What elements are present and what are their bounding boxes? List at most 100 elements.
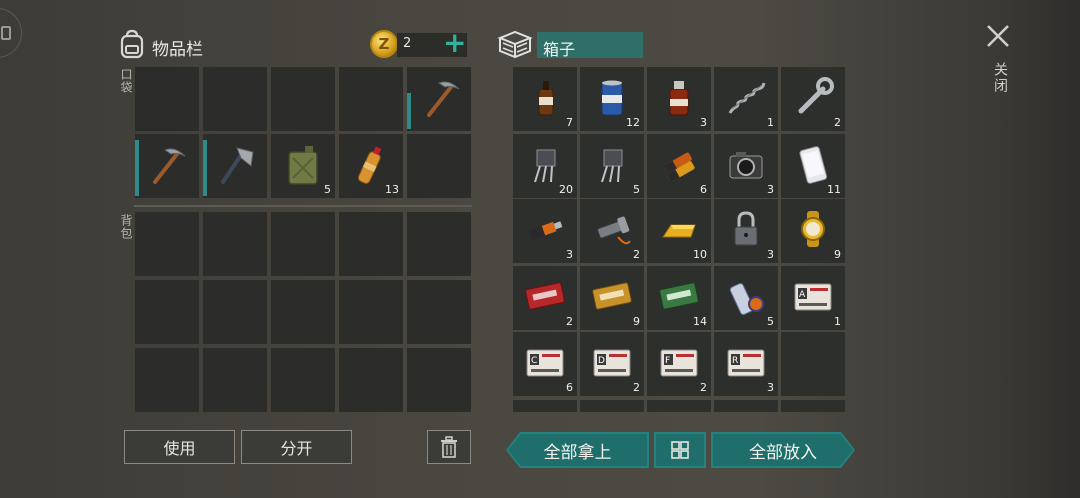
item-count: 11	[827, 183, 841, 196]
add-coins-button[interactable]: +	[443, 28, 466, 58]
box-slot-army-card-f[interactable]: F2	[647, 332, 711, 396]
pocket-label: 口袋	[119, 68, 133, 94]
box-slot[interactable]	[580, 400, 644, 412]
backpack-slot[interactable]	[135, 280, 199, 344]
backpack-slot[interactable]	[271, 280, 335, 344]
chemical-coupon-icon	[592, 282, 632, 310]
take-all-button[interactable]: 全部拿上	[506, 432, 649, 468]
backpack-slot[interactable]	[271, 212, 335, 276]
close-label: 关闭	[992, 62, 1008, 94]
box-slot-chemical-coupon[interactable]: 9	[580, 266, 644, 330]
backpack-slot[interactable]	[135, 348, 199, 412]
box-slot-army-card-a[interactable]: A1	[781, 266, 845, 330]
box-slot[interactable]	[647, 400, 711, 412]
item-count: 6	[700, 183, 707, 196]
batteries-icon	[663, 152, 695, 183]
box-slot-gold-bar[interactable]: 10	[647, 199, 711, 263]
box-slot-whiskey-bottle[interactable]: 7	[513, 67, 577, 131]
flashlight-icon	[597, 216, 631, 245]
backpack-slot[interactable]	[203, 348, 267, 412]
use-button[interactable]: 使用	[124, 430, 235, 464]
item-count: 3	[767, 248, 774, 261]
backpack-icon	[120, 29, 144, 59]
pocket-slot[interactable]	[407, 134, 471, 198]
box-slot-batteries[interactable]: 6	[647, 134, 711, 198]
box-slot-wrench[interactable]: 2	[781, 67, 845, 131]
backpack-slot[interactable]	[135, 212, 199, 276]
item-count: 12	[626, 116, 640, 129]
pocket-slot[interactable]	[135, 67, 199, 131]
jerrycan-icon	[288, 146, 318, 185]
box-slot[interactable]	[714, 400, 778, 412]
pocket-slot-pickaxe[interactable]	[407, 67, 471, 131]
split-button[interactable]: 分开	[241, 430, 352, 464]
box-slot-beer-can[interactable]: 12	[580, 67, 644, 131]
backpack-slot[interactable]	[407, 348, 471, 412]
pocket-slot-jerrycan[interactable]: 5	[271, 134, 335, 198]
grid-sort-icon	[671, 441, 689, 459]
backpack-slot[interactable]	[339, 348, 403, 412]
crate-icon	[497, 30, 533, 59]
pocket-slot-pickaxe[interactable]	[135, 134, 199, 198]
item-count: 14	[693, 315, 707, 328]
svg-text:D: D	[598, 356, 605, 366]
pocket-slot[interactable]	[339, 67, 403, 131]
army-card-r-icon: R	[727, 349, 765, 377]
box-slot-ration-coupon[interactable]: 14	[647, 266, 711, 330]
water-bottle-icon	[357, 146, 382, 184]
transistor-icon	[601, 149, 623, 183]
box-slot[interactable]	[781, 332, 845, 396]
box-slot-padlock[interactable]: 3	[714, 199, 778, 263]
box-slot-camera[interactable]: 3	[714, 134, 778, 198]
box-slot-army-card-r[interactable]: R3	[714, 332, 778, 396]
transistor-icon	[534, 149, 556, 183]
box-slot-transistor[interactable]: 5	[580, 134, 644, 198]
box-slot-gold-watch[interactable]: 9	[781, 199, 845, 263]
side-menu-button[interactable]	[0, 8, 22, 58]
wrench-icon	[798, 77, 834, 114]
pickaxe-icon	[427, 81, 460, 117]
backpack-slot[interactable]	[271, 348, 335, 412]
svg-text:C: C	[531, 356, 537, 366]
item-count: 3	[566, 248, 573, 261]
box-slot-smartphone[interactable]: 11	[781, 134, 845, 198]
box-slot[interactable]	[513, 400, 577, 412]
item-count: 6	[566, 381, 573, 394]
box-slot[interactable]	[781, 400, 845, 412]
close-icon[interactable]	[984, 22, 1012, 50]
box-slot-army-card-d[interactable]: D2	[580, 332, 644, 396]
box-slot-spring[interactable]: 1	[714, 67, 778, 131]
backpack-label: 背包	[119, 214, 133, 240]
item-count: 3	[700, 116, 707, 129]
item-count: 2	[834, 116, 841, 129]
discard-button[interactable]	[427, 430, 471, 464]
item-count: 2	[566, 315, 573, 328]
square-icon	[1, 26, 11, 40]
put-all-button[interactable]: 全部放入	[711, 432, 855, 468]
backpack-slot[interactable]	[339, 280, 403, 344]
pocket-slot-water-bottle[interactable]: 13	[339, 134, 403, 198]
inventory-title: 物品栏	[152, 40, 203, 60]
backpack-slot[interactable]	[339, 212, 403, 276]
hatchet-icon	[221, 147, 254, 184]
sort-button[interactable]	[654, 432, 706, 468]
backpack-slot[interactable]	[203, 212, 267, 276]
box-slot-medicine-bottle[interactable]: 3	[647, 67, 711, 131]
pocket-slot-hatchet[interactable]	[203, 134, 267, 198]
box-slot-combat-coupon[interactable]: 2	[513, 266, 577, 330]
medicine-bottle-icon	[669, 81, 689, 116]
box-slot-usb-drive[interactable]: 3	[513, 199, 577, 263]
box-slot-transistor[interactable]: 20	[513, 134, 577, 198]
backpack-slot[interactable]	[203, 280, 267, 344]
backpack-slot[interactable]	[407, 212, 471, 276]
whiskey-bottle-icon	[538, 81, 554, 116]
box-slot-army-card-c[interactable]: C6	[513, 332, 577, 396]
pocket-slot[interactable]	[271, 67, 335, 131]
box-slot-map[interactable]: 5	[714, 266, 778, 330]
box-slot-flashlight[interactable]: 2	[580, 199, 644, 263]
gold-bar-icon	[662, 224, 696, 238]
svg-text:R: R	[732, 356, 738, 366]
backpack-slot[interactable]	[407, 280, 471, 344]
pocket-slot[interactable]	[203, 67, 267, 131]
trash-icon	[441, 436, 457, 458]
